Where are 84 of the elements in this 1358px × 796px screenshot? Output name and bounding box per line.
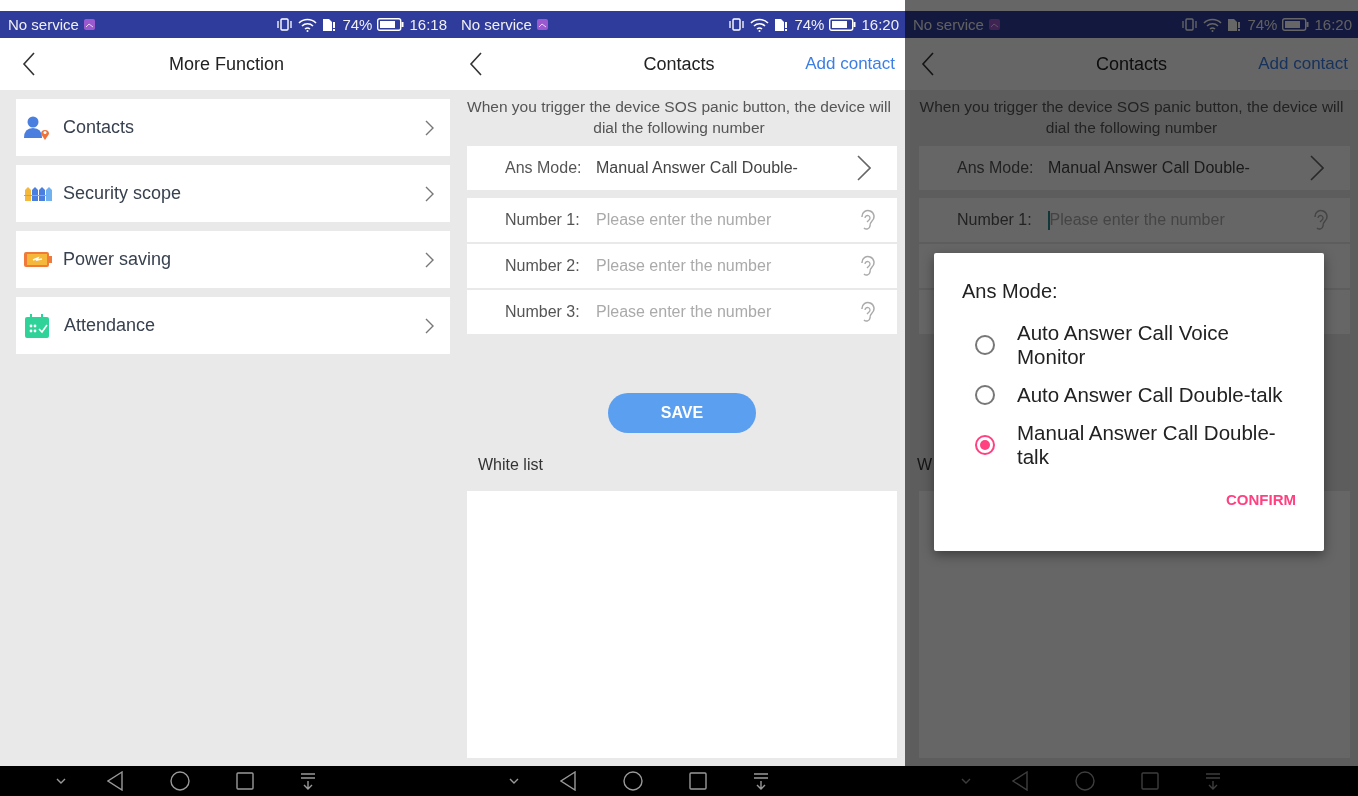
chevron-right-icon [425,119,434,136]
carrier-text: No service [8,16,79,33]
battery-percent: 74% [794,16,825,33]
number-label: Number 1: [957,211,1033,229]
radio-button[interactable] [975,335,995,355]
menu-item[interactable]: Security scope [16,165,450,222]
carrier-text: No service [461,16,532,33]
battery-percent: 74% [342,16,373,33]
sim-card-icon [1227,17,1243,32]
carrier-text: No service [913,16,984,33]
list-title: W [917,456,933,475]
home-circle-icon[interactable] [170,771,190,791]
battery-charge-icon [24,252,52,267]
ear-icon[interactable] [859,301,875,323]
back-triangle-icon[interactable] [107,771,123,791]
ear-icon[interactable] [859,209,875,231]
battery-icon [1282,18,1310,31]
number-label: Number 2: [505,257,581,275]
radio-button[interactable] [975,435,995,455]
number-field[interactable]: Number 1: Please enter the number [467,198,897,242]
battery-icon [377,18,405,31]
sim-card-icon [774,17,790,32]
image-icon [988,19,1000,30]
ans-mode-label: Ans Mode: [505,159,583,177]
number-label: Number 3: [505,303,581,321]
back-icon[interactable] [22,52,36,76]
ans-mode-row[interactable]: Ans Mode: Manual Answer Call Double- [467,146,897,190]
number-field[interactable]: Number 3: Please enter the number [467,290,897,334]
chevron-right-icon [857,155,871,181]
sim-card-icon [322,17,338,32]
menu-item[interactable]: Attendance [16,297,450,354]
page-title: Contacts [1095,53,1167,75]
calendar-check-icon [25,313,49,338]
number-field[interactable]: Number 2: Please enter the number [467,244,897,288]
vibrate-icon [276,18,294,31]
number-input[interactable]: Please enter the number [596,257,859,275]
vibrate-icon [1181,18,1199,31]
back-icon[interactable] [469,52,483,76]
menu-item[interactable]: Contacts [16,99,450,156]
recent-apps-icon[interactable] [236,772,254,790]
option-label[interactable]: Auto Answer Call Double-talk [1017,383,1295,407]
page-title: Contacts [643,53,715,75]
wifi-icon [298,17,318,32]
image-icon [536,19,548,30]
recent-apps-icon[interactable] [689,772,707,790]
number-label: Number 1: [505,211,581,229]
home-circle-icon[interactable] [623,771,643,791]
notification-pull-icon[interactable] [753,772,769,790]
ear-icon[interactable] [859,255,875,277]
caret-down-icon[interactable] [56,778,66,784]
image-icon [83,19,95,30]
clock-time: 16:18 [409,16,447,33]
chevron-right-icon [425,251,434,268]
chevron-right-icon [425,317,434,334]
ans-mode-value: Manual Answer Call Double- [1048,159,1250,177]
chevron-right-icon [1310,155,1324,181]
radio-button[interactable] [975,385,995,405]
vibrate-icon [728,18,746,31]
back-triangle-icon[interactable] [560,771,576,791]
list-title: White list [477,456,543,475]
page-title: More Function [168,53,285,75]
chevron-right-icon [425,185,434,202]
number-input[interactable]: Please enter the number [596,303,859,321]
clock-time: 16:20 [861,16,899,33]
option-label[interactable]: Auto Answer Call Voice Monitor [1017,321,1295,369]
ans-mode-label: Ans Mode: [957,159,1035,177]
clock-time: 16:20 [1314,16,1352,33]
battery-percent: 74% [1247,16,1278,33]
ans-mode-value: Manual Answer Call Double- [596,159,798,177]
dialog-title: Ans Mode: [962,280,1059,303]
battery-icon [829,18,857,31]
notification-pull-icon[interactable] [300,772,316,790]
menu-item[interactable]: Power saving [16,231,450,288]
wifi-icon [1203,17,1223,32]
text-cursor [1048,210,1050,230]
notice-text: When you trigger the device SOS panic button, the device will dial the following number [918,97,1345,138]
wifi-icon [750,17,770,32]
person-pin-icon [24,115,50,140]
option-label[interactable]: Manual Answer Call Double-talk [1017,421,1295,469]
number-input[interactable]: Please enter the number [596,211,859,229]
notice-text: When you trigger the device SOS panic button, the device will dial the following number [466,97,892,138]
fence-icon [24,186,52,201]
add-contact-link[interactable]: Add contact [805,54,895,74]
caret-down-icon[interactable] [509,778,519,784]
